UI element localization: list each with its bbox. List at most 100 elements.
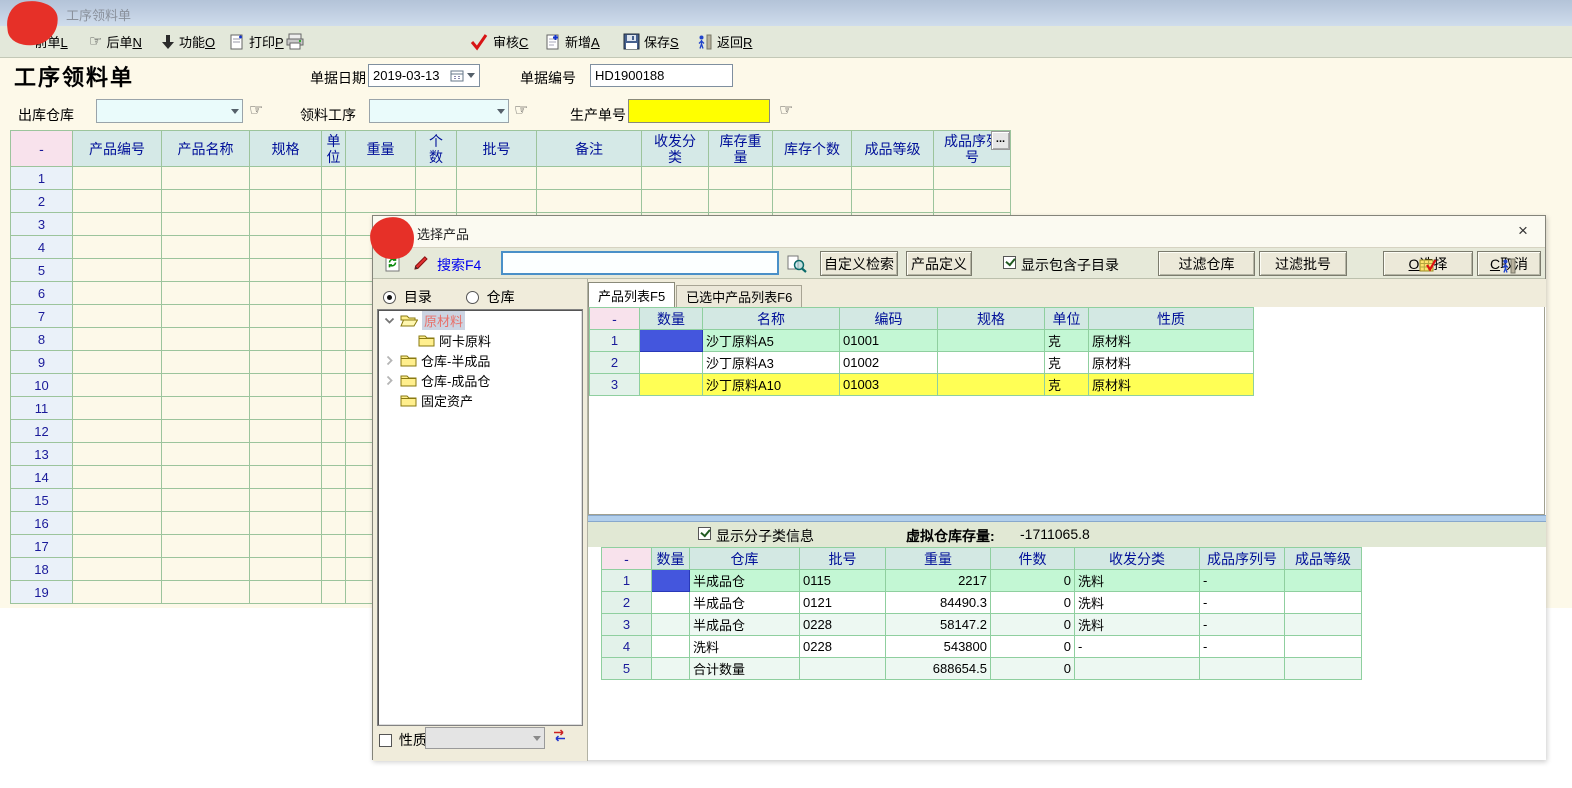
row-number[interactable]: 1 xyxy=(590,330,640,352)
cell[interactable]: 543800 xyxy=(886,636,991,658)
show-subdir-checkbox[interactable] xyxy=(1003,256,1016,269)
cell[interactable] xyxy=(73,236,162,259)
product-define-button[interactable]: 产品定义 xyxy=(906,251,972,276)
cell[interactable]: 0121 xyxy=(800,592,886,614)
cell[interactable]: 0 xyxy=(991,636,1075,658)
tree-node[interactable]: 固定资产 xyxy=(378,390,582,410)
cell[interactable] xyxy=(162,236,250,259)
cell[interactable] xyxy=(250,259,322,282)
custom-search-button[interactable]: 自定义检索 xyxy=(820,251,898,276)
cell[interactable] xyxy=(652,570,690,592)
cell[interactable] xyxy=(640,374,703,396)
cell[interactable] xyxy=(162,420,250,443)
functions-button[interactable]: 功能O xyxy=(158,26,218,57)
cell[interactable] xyxy=(162,328,250,351)
cell[interactable] xyxy=(73,351,162,374)
cell[interactable]: 洗料 xyxy=(1075,592,1200,614)
cell[interactable] xyxy=(322,374,346,397)
cell[interactable] xyxy=(642,167,709,190)
cell[interactable] xyxy=(457,167,537,190)
cell[interactable] xyxy=(73,328,162,351)
horizontal-splitter[interactable] xyxy=(588,515,1546,522)
cell[interactable] xyxy=(73,190,162,213)
row-number[interactable]: 1 xyxy=(11,167,73,190)
cell[interactable] xyxy=(1285,614,1362,636)
order-picker-hand-icon[interactable]: ☞ xyxy=(779,100,793,120)
filter-batch-button[interactable]: 过滤批号 xyxy=(1259,251,1347,276)
cell[interactable]: 沙丁原料A3 xyxy=(703,352,840,374)
cell[interactable] xyxy=(322,305,346,328)
close-icon[interactable]: × xyxy=(1513,221,1533,241)
cell[interactable] xyxy=(250,328,322,351)
cell[interactable] xyxy=(322,397,346,420)
cell[interactable]: 688654.5 xyxy=(886,658,991,680)
row-number[interactable]: 8 xyxy=(11,328,73,351)
cell[interactable] xyxy=(73,420,162,443)
cell[interactable]: 原材料 xyxy=(1089,374,1254,396)
cell[interactable]: 半成品仓 xyxy=(690,570,800,592)
cell[interactable] xyxy=(773,190,852,213)
row-number[interactable]: 2 xyxy=(590,352,640,374)
production-order-input[interactable] xyxy=(628,99,770,123)
row-number[interactable]: 11 xyxy=(11,397,73,420)
calendar-icon[interactable] xyxy=(450,69,464,82)
cell[interactable]: 01001 xyxy=(840,330,938,352)
search-magnifier-icon[interactable] xyxy=(786,254,808,274)
cell[interactable]: 01003 xyxy=(840,374,938,396)
cell[interactable] xyxy=(416,190,457,213)
cell[interactable] xyxy=(322,581,346,604)
cell[interactable] xyxy=(73,397,162,420)
cell[interactable] xyxy=(322,420,346,443)
cell[interactable] xyxy=(537,167,642,190)
warehouse-combo[interactable] xyxy=(96,99,243,123)
cell[interactable]: 0115 xyxy=(800,570,886,592)
return-button[interactable]: 返回R xyxy=(694,26,755,57)
cell[interactable] xyxy=(322,443,346,466)
row-number[interactable]: 4 xyxy=(602,636,652,658)
cell[interactable] xyxy=(416,167,457,190)
cell[interactable] xyxy=(250,512,322,535)
cell[interactable] xyxy=(250,282,322,305)
cell[interactable] xyxy=(1075,658,1200,680)
cell[interactable]: 原材料 xyxy=(1089,330,1254,352)
warehouse-dropdown-arrow-icon[interactable] xyxy=(231,109,239,114)
cell[interactable] xyxy=(322,535,346,558)
print-button[interactable]: 打印P xyxy=(226,26,287,57)
cell[interactable] xyxy=(73,535,162,558)
cell[interactable] xyxy=(322,190,346,213)
row-number[interactable]: 15 xyxy=(11,489,73,512)
cell[interactable] xyxy=(709,190,773,213)
cell[interactable]: 洗料 xyxy=(690,636,800,658)
catalog-radio[interactable] xyxy=(383,291,396,304)
cell[interactable] xyxy=(162,512,250,535)
select-button[interactable]: O选择 xyxy=(1383,251,1473,276)
cell[interactable] xyxy=(162,351,250,374)
cell[interactable] xyxy=(640,352,703,374)
cell[interactable] xyxy=(73,443,162,466)
cell[interactable]: 洗料 xyxy=(1075,614,1200,636)
cell[interactable]: ... xyxy=(162,167,250,190)
cell[interactable] xyxy=(73,213,162,236)
cell[interactable] xyxy=(250,443,322,466)
cell[interactable] xyxy=(73,374,162,397)
cell[interactable] xyxy=(652,592,690,614)
cell[interactable] xyxy=(1285,570,1362,592)
cell[interactable]: - xyxy=(1200,570,1285,592)
nature-combo[interactable] xyxy=(425,727,545,749)
cell[interactable] xyxy=(73,259,162,282)
cell[interactable] xyxy=(250,489,322,512)
doc-date-field[interactable]: 2019-03-13 xyxy=(368,64,480,87)
cell[interactable] xyxy=(1285,592,1362,614)
row-number[interactable]: 3 xyxy=(590,374,640,396)
cell[interactable]: 沙丁原料A10 xyxy=(703,374,840,396)
cell[interactable] xyxy=(250,420,322,443)
cell[interactable] xyxy=(250,190,322,213)
cell[interactable] xyxy=(250,236,322,259)
date-dropdown-arrow-icon[interactable] xyxy=(467,73,475,78)
cell[interactable] xyxy=(322,282,346,305)
filter-warehouse-button[interactable]: 过滤仓库 xyxy=(1158,251,1255,276)
cell[interactable] xyxy=(322,489,346,512)
cell[interactable] xyxy=(73,282,162,305)
cell[interactable]: - xyxy=(1200,614,1285,636)
tab-selected-products[interactable]: 已选中产品列表F6 xyxy=(676,285,802,307)
